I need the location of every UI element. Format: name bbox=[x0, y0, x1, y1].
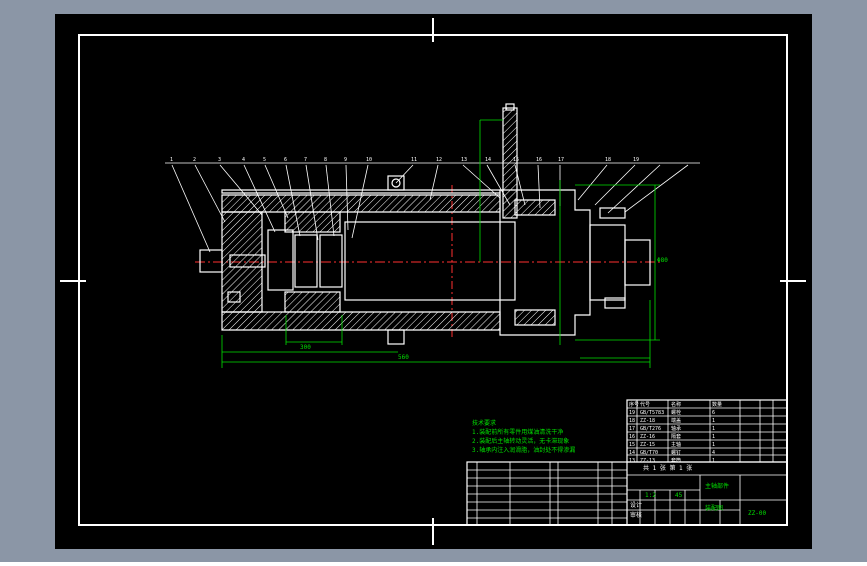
drawing-sheet bbox=[55, 14, 812, 549]
parts-table-cell: 螺栓 bbox=[671, 409, 681, 416]
tech-note-2: 2.装配后主轴转动灵活，无卡滞现象 bbox=[472, 437, 569, 445]
parts-header-name: 名称 bbox=[671, 401, 681, 408]
checker-label: 审核 bbox=[630, 511, 642, 519]
tech-note-1: 1.装配前所有零件用煤油清洗干净 bbox=[472, 428, 563, 436]
parts-table-cell: 主轴 bbox=[671, 441, 681, 448]
balloon-number: 12 bbox=[436, 157, 442, 163]
parts-table-cell: 1 bbox=[712, 458, 715, 464]
balloon-number: 13 bbox=[461, 157, 467, 163]
dim-overall-length: 560 bbox=[398, 354, 409, 361]
dim-front-length: 300 bbox=[300, 344, 311, 351]
balloon-number: 9 bbox=[344, 157, 347, 163]
balloon-number: 6 bbox=[284, 157, 287, 163]
drawing-canvas: 560 300 Φ80 1 2 3 4 5 6 7 8 9 10 11 12 13 14 15 16 17 18 1… bbox=[0, 0, 867, 562]
sheet-label: 共 1 张 第 1 张 bbox=[643, 464, 692, 472]
parts-table-cell: GB/T276 bbox=[640, 426, 661, 432]
parts-table-cell: 15 bbox=[629, 442, 635, 448]
parts-header-code: 代号 bbox=[640, 401, 650, 408]
balloon-number: 17 bbox=[558, 157, 564, 163]
cad-viewport[interactable]: 560 300 Φ80 1 2 3 4 5 6 7 8 9 10 11 12 13 14 15 16 17 18 1… bbox=[0, 0, 867, 562]
parts-header-no: 序号 bbox=[629, 401, 639, 408]
balloon-number: 2 bbox=[193, 157, 196, 163]
parts-table-cell: 隔套 bbox=[671, 433, 681, 440]
balloon-number: 15 bbox=[513, 157, 519, 163]
balloon-number: 3 bbox=[218, 157, 221, 163]
balloon-number: 7 bbox=[304, 157, 307, 163]
balloon-number: 4 bbox=[242, 157, 245, 163]
parts-table-cell: 套筒 bbox=[671, 457, 681, 464]
parts-table-cell: GB/T70 bbox=[640, 450, 658, 456]
parts-table-cell: 1 bbox=[712, 418, 715, 424]
parts-table-cell: 13 bbox=[629, 458, 635, 464]
balloon-number: 11 bbox=[411, 157, 417, 163]
parts-table-cell: 18 bbox=[629, 418, 635, 424]
parts-table-cell: 1 bbox=[712, 426, 715, 432]
material-value: 45 bbox=[675, 492, 683, 499]
parts-table-cell: 4 bbox=[712, 450, 715, 456]
parts-table-cell: 螺钉 bbox=[671, 449, 681, 456]
designer-label: 设计 bbox=[630, 501, 642, 509]
parts-table-cell: ZZ-16 bbox=[640, 434, 655, 440]
balloon-number: 1 bbox=[170, 157, 173, 163]
parts-table-cell: 轴承 bbox=[671, 425, 681, 432]
scale-value: 1:2 bbox=[645, 492, 656, 499]
parts-table-cell: 19 bbox=[629, 410, 635, 416]
parts-table-cell: 6 bbox=[712, 410, 715, 416]
parts-table-cell: 17 bbox=[629, 426, 635, 432]
parts-table-cell: ZZ-13 bbox=[640, 458, 655, 464]
balloon-number: 19 bbox=[633, 157, 639, 163]
drawing-number: ZZ-00 bbox=[748, 510, 766, 517]
parts-table-cell: GB/T5783 bbox=[640, 410, 664, 416]
parts-table-cell: 1 bbox=[712, 434, 715, 440]
parts-table-cell: 1 bbox=[712, 442, 715, 448]
parts-header-qty: 数量 bbox=[712, 401, 722, 408]
parts-table-cell: ZZ-15 bbox=[640, 442, 655, 448]
tech-note-3: 3.轴承内注入润滑脂，油封处不得渗漏 bbox=[472, 446, 575, 454]
balloon-number: 10 bbox=[366, 157, 372, 163]
parts-table-cell: 端盖 bbox=[671, 417, 681, 424]
parts-table-cell: 14 bbox=[629, 450, 635, 456]
balloon-number: 8 bbox=[324, 157, 327, 163]
dim-bore-diameter: Φ80 bbox=[657, 257, 668, 264]
tech-note-title: 技术要求 bbox=[472, 419, 496, 427]
balloon-number: 18 bbox=[605, 157, 611, 163]
school-label: 装配图 bbox=[705, 504, 723, 512]
balloon-number: 16 bbox=[536, 157, 542, 163]
part-name: 主轴部件 bbox=[705, 482, 729, 490]
balloon-number: 14 bbox=[485, 157, 491, 163]
balloon-number: 5 bbox=[263, 157, 266, 163]
parts-table-cell: 16 bbox=[629, 434, 635, 440]
parts-table-cell: ZZ-18 bbox=[640, 418, 655, 424]
